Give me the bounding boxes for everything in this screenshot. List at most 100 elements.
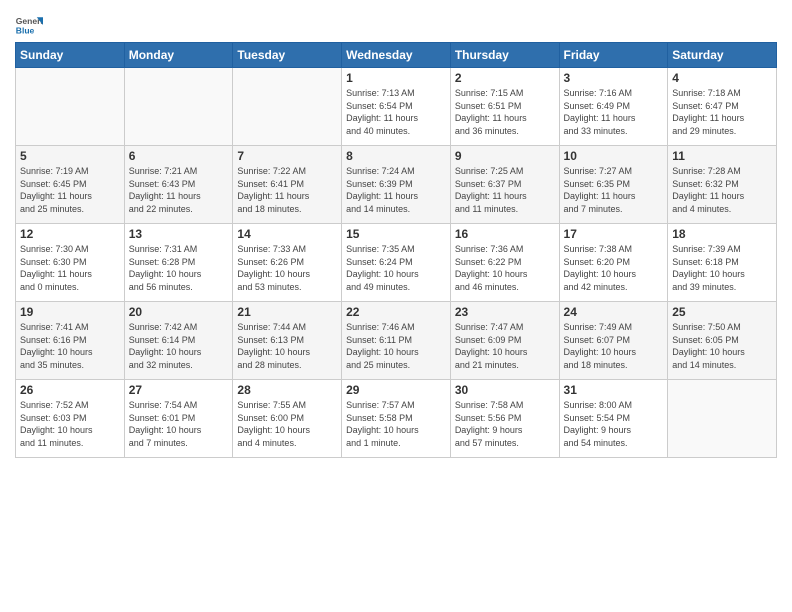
calendar-cell: 9 Sunrise: 7:25 AM Sunset: 6:37 PM Daylig…: [450, 146, 559, 224]
calendar-cell: 11 Sunrise: 7:28 AM Sunset: 6:32 PM Dayli…: [668, 146, 777, 224]
page-container: General Blue SundayMondayTuesdayWednesda…: [0, 0, 792, 468]
calendar-cell: 21 Sunrise: 7:44 AM Sunset: 6:13 PM Dayli…: [233, 302, 342, 380]
day-number: 27: [129, 383, 229, 397]
day-info: Sunrise: 7:18 AM Sunset: 6:47 PM Dayligh…: [672, 87, 772, 137]
day-info: Sunrise: 7:35 AM Sunset: 6:24 PM Dayligh…: [346, 243, 446, 293]
day-number: 6: [129, 149, 229, 163]
calendar-cell: 10Sunrise: 7:27 AM Sunset: 6:35 PM Dayli…: [559, 146, 668, 224]
logo-icon: General Blue: [15, 14, 43, 36]
day-info: Sunrise: 7:13 AM Sunset: 6:54 PM Dayligh…: [346, 87, 446, 137]
day-info: Sunrise: 8:00 AM Sunset: 5:54 PM Dayligh…: [564, 399, 664, 449]
day-info: Sunrise: 7:55 AM Sunset: 6:00 PM Dayligh…: [237, 399, 337, 449]
calendar-cell: [16, 68, 125, 146]
day-number: 11: [672, 149, 772, 163]
calendar-cell: 24Sunrise: 7:49 AM Sunset: 6:07 PM Dayli…: [559, 302, 668, 380]
day-number: 26: [20, 383, 120, 397]
calendar-cell: [124, 68, 233, 146]
calendar-week-row: 26 Sunrise: 7:52 AM Sunset: 6:03 PM Dayli…: [16, 380, 777, 458]
calendar-header: SundayMondayTuesdayWednesdayThursdayFrid…: [16, 43, 777, 68]
calendar-cell: 20 Sunrise: 7:42 AM Sunset: 6:14 PM Dayli…: [124, 302, 233, 380]
calendar-cell: 13 Sunrise: 7:31 AM Sunset: 6:28 PM Dayli…: [124, 224, 233, 302]
day-number: 29: [346, 383, 446, 397]
svg-text:Blue: Blue: [16, 26, 35, 36]
day-number: 15: [346, 227, 446, 241]
day-number: 4: [672, 71, 772, 85]
day-info: Sunrise: 7:36 AM Sunset: 6:22 PM Dayligh…: [455, 243, 555, 293]
calendar-body: 1 Sunrise: 7:13 AM Sunset: 6:54 PM Daylig…: [16, 68, 777, 458]
day-info: Sunrise: 7:47 AM Sunset: 6:09 PM Dayligh…: [455, 321, 555, 371]
calendar-cell: 25 Sunrise: 7:50 AM Sunset: 6:05 PM Dayli…: [668, 302, 777, 380]
calendar-cell: 28Sunrise: 7:55 AM Sunset: 6:00 PM Dayli…: [233, 380, 342, 458]
calendar-week-row: 19Sunrise: 7:41 AM Sunset: 6:16 PM Dayli…: [16, 302, 777, 380]
day-number: 17: [564, 227, 664, 241]
calendar-cell: 31 Sunrise: 8:00 AM Sunset: 5:54 PM Dayli…: [559, 380, 668, 458]
weekday-header: Saturday: [668, 43, 777, 68]
calendar-cell: 2 Sunrise: 7:15 AM Sunset: 6:51 PM Daylig…: [450, 68, 559, 146]
day-number: 21: [237, 305, 337, 319]
calendar-cell: 19Sunrise: 7:41 AM Sunset: 6:16 PM Dayli…: [16, 302, 125, 380]
weekday-header: Sunday: [16, 43, 125, 68]
day-number: 7: [237, 149, 337, 163]
day-info: Sunrise: 7:41 AM Sunset: 6:16 PM Dayligh…: [20, 321, 120, 371]
weekday-header: Tuesday: [233, 43, 342, 68]
calendar-cell: 22 Sunrise: 7:46 AM Sunset: 6:11 PM Dayli…: [342, 302, 451, 380]
day-number: 25: [672, 305, 772, 319]
day-info: Sunrise: 7:15 AM Sunset: 6:51 PM Dayligh…: [455, 87, 555, 137]
day-info: Sunrise: 7:52 AM Sunset: 6:03 PM Dayligh…: [20, 399, 120, 449]
calendar-cell: 15 Sunrise: 7:35 AM Sunset: 6:24 PM Dayli…: [342, 224, 451, 302]
calendar-cell: 16Sunrise: 7:36 AM Sunset: 6:22 PM Dayli…: [450, 224, 559, 302]
day-info: Sunrise: 7:42 AM Sunset: 6:14 PM Dayligh…: [129, 321, 229, 371]
day-number: 23: [455, 305, 555, 319]
day-info: Sunrise: 7:31 AM Sunset: 6:28 PM Dayligh…: [129, 243, 229, 293]
calendar-week-row: 5 Sunrise: 7:19 AM Sunset: 6:45 PM Daylig…: [16, 146, 777, 224]
day-info: Sunrise: 7:21 AM Sunset: 6:43 PM Dayligh…: [129, 165, 229, 215]
calendar-cell: 23 Sunrise: 7:47 AM Sunset: 6:09 PM Dayli…: [450, 302, 559, 380]
day-info: Sunrise: 7:27 AM Sunset: 6:35 PM Dayligh…: [564, 165, 664, 215]
day-number: 12: [20, 227, 120, 241]
logo: General Blue: [15, 14, 43, 36]
day-number: 18: [672, 227, 772, 241]
day-number: 1: [346, 71, 446, 85]
day-info: Sunrise: 7:44 AM Sunset: 6:13 PM Dayligh…: [237, 321, 337, 371]
day-info: Sunrise: 7:46 AM Sunset: 6:11 PM Dayligh…: [346, 321, 446, 371]
calendar-table: SundayMondayTuesdayWednesdayThursdayFrid…: [15, 42, 777, 458]
day-number: 2: [455, 71, 555, 85]
day-info: Sunrise: 7:25 AM Sunset: 6:37 PM Dayligh…: [455, 165, 555, 215]
calendar-cell: 5 Sunrise: 7:19 AM Sunset: 6:45 PM Daylig…: [16, 146, 125, 224]
day-info: Sunrise: 7:28 AM Sunset: 6:32 PM Dayligh…: [672, 165, 772, 215]
calendar-cell: 30Sunrise: 7:58 AM Sunset: 5:56 PM Dayli…: [450, 380, 559, 458]
calendar-week-row: 12 Sunrise: 7:30 AM Sunset: 6:30 PM Dayli…: [16, 224, 777, 302]
day-number: 31: [564, 383, 664, 397]
day-number: 9: [455, 149, 555, 163]
calendar-cell: 18 Sunrise: 7:39 AM Sunset: 6:18 PM Dayli…: [668, 224, 777, 302]
day-number: 3: [564, 71, 664, 85]
weekday-row: SundayMondayTuesdayWednesdayThursdayFrid…: [16, 43, 777, 68]
weekday-header: Monday: [124, 43, 233, 68]
calendar-cell: 14Sunrise: 7:33 AM Sunset: 6:26 PM Dayli…: [233, 224, 342, 302]
day-info: Sunrise: 7:24 AM Sunset: 6:39 PM Dayligh…: [346, 165, 446, 215]
day-number: 5: [20, 149, 120, 163]
calendar-cell: 26 Sunrise: 7:52 AM Sunset: 6:03 PM Dayli…: [16, 380, 125, 458]
day-info: Sunrise: 7:16 AM Sunset: 6:49 PM Dayligh…: [564, 87, 664, 137]
day-number: 22: [346, 305, 446, 319]
calendar-cell: 7Sunrise: 7:22 AM Sunset: 6:41 PM Daylig…: [233, 146, 342, 224]
day-info: Sunrise: 7:57 AM Sunset: 5:58 PM Dayligh…: [346, 399, 446, 449]
day-info: Sunrise: 7:39 AM Sunset: 6:18 PM Dayligh…: [672, 243, 772, 293]
calendar-cell: 29 Sunrise: 7:57 AM Sunset: 5:58 PM Dayli…: [342, 380, 451, 458]
day-number: 14: [237, 227, 337, 241]
day-info: Sunrise: 7:50 AM Sunset: 6:05 PM Dayligh…: [672, 321, 772, 371]
calendar-cell: 17Sunrise: 7:38 AM Sunset: 6:20 PM Dayli…: [559, 224, 668, 302]
day-number: 13: [129, 227, 229, 241]
calendar-cell: 3 Sunrise: 7:16 AM Sunset: 6:49 PM Daylig…: [559, 68, 668, 146]
day-info: Sunrise: 7:49 AM Sunset: 6:07 PM Dayligh…: [564, 321, 664, 371]
calendar-cell: 1 Sunrise: 7:13 AM Sunset: 6:54 PM Daylig…: [342, 68, 451, 146]
day-number: 20: [129, 305, 229, 319]
weekday-header: Friday: [559, 43, 668, 68]
weekday-header: Thursday: [450, 43, 559, 68]
calendar-cell: 8 Sunrise: 7:24 AM Sunset: 6:39 PM Daylig…: [342, 146, 451, 224]
day-info: Sunrise: 7:30 AM Sunset: 6:30 PM Dayligh…: [20, 243, 120, 293]
calendar-cell: [233, 68, 342, 146]
day-number: 8: [346, 149, 446, 163]
day-info: Sunrise: 7:19 AM Sunset: 6:45 PM Dayligh…: [20, 165, 120, 215]
weekday-header: Wednesday: [342, 43, 451, 68]
